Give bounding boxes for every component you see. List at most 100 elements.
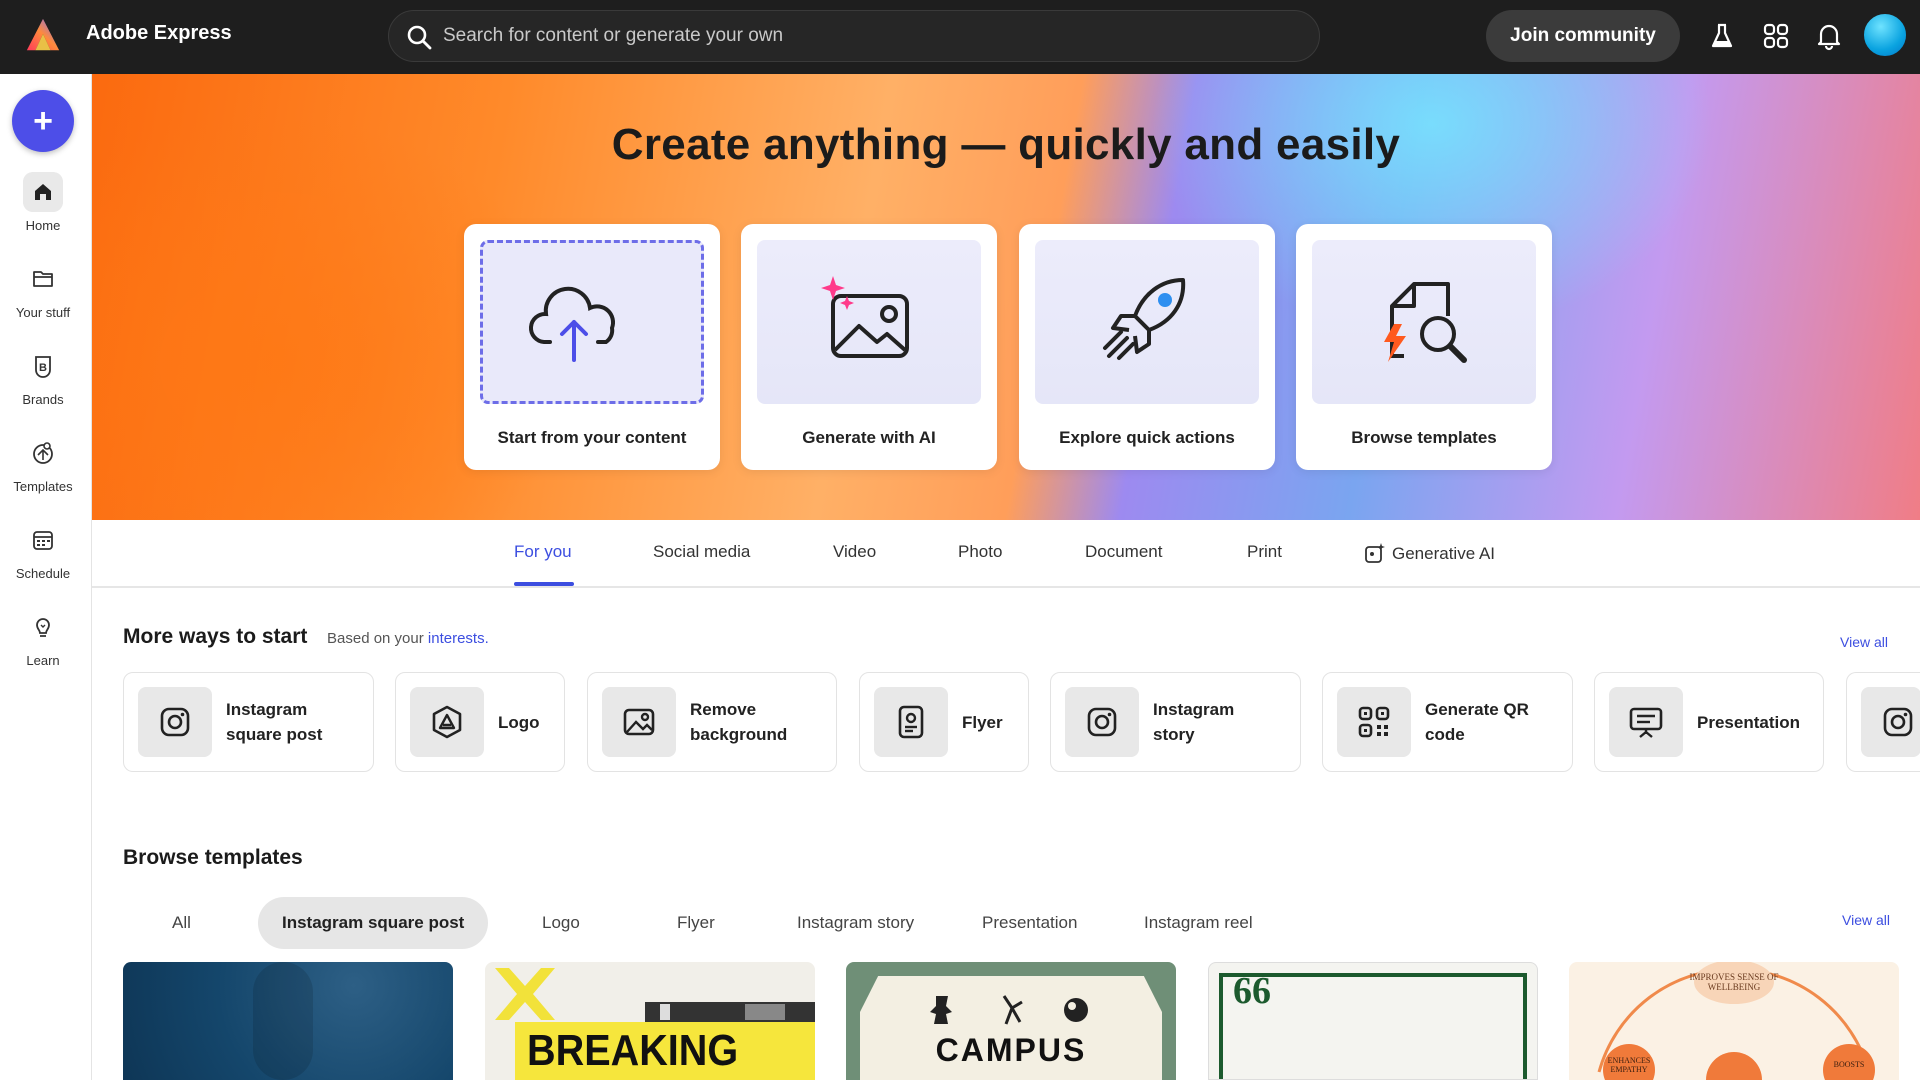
rail-item-your-stuff[interactable]: Your stuff xyxy=(0,259,86,320)
generative-ai-icon xyxy=(1365,543,1385,563)
search-input[interactable] xyxy=(443,21,1283,51)
art-icons xyxy=(930,995,1088,1025)
instagram-icon xyxy=(1087,707,1117,737)
apps-grid-icon[interactable] xyxy=(1760,20,1792,52)
template-thumbnail-4[interactable]: 66 xyxy=(1208,962,1538,1080)
tab-video[interactable]: Video xyxy=(833,542,876,562)
qa-icon-tile xyxy=(138,687,212,757)
qa-icon-tile xyxy=(1337,687,1411,757)
rail-label: Brands xyxy=(22,392,64,407)
qa-icon-tile xyxy=(602,687,676,757)
card-thumbnail xyxy=(1035,240,1259,404)
rail-item-schedule[interactable]: Schedule xyxy=(0,520,86,581)
quick-action-instagram-square-post[interactable]: Instagram square post xyxy=(123,672,374,772)
plus-icon: + xyxy=(33,102,53,140)
search-icon xyxy=(407,25,432,50)
template-thumbnail-2[interactable]: BREAKING NEWS xyxy=(485,962,815,1080)
tree-silhouette xyxy=(253,962,313,1080)
interests-link[interactable]: interests. xyxy=(428,630,489,647)
quick-action-presentation[interactable]: Presentation xyxy=(1594,672,1824,772)
chip-flyer[interactable]: Flyer xyxy=(653,897,739,949)
instagram-icon xyxy=(1883,707,1913,737)
explore-quick-actions-card[interactable]: Explore quick actions xyxy=(1019,224,1275,470)
chip-presentation[interactable]: Presentation xyxy=(958,897,1101,949)
flask-icon[interactable] xyxy=(1706,20,1738,52)
template-headline: BREAKING NEWS xyxy=(527,1026,739,1080)
category-tabs: For you Social media Video Photo Documen… xyxy=(92,520,1920,588)
bell-icon[interactable] xyxy=(1813,20,1845,52)
more-ways-view-all-link[interactable]: View all xyxy=(1840,634,1888,650)
app-title: Adobe Express xyxy=(86,22,232,44)
quote-mark: 66 xyxy=(1233,970,1271,1012)
templates-icon xyxy=(33,442,53,464)
remove-background-icon xyxy=(623,708,655,736)
svg-text:B: B xyxy=(39,362,47,374)
qa-label: Instagram square post xyxy=(226,700,323,744)
more-ways-subtitle: Based on your interests. xyxy=(327,630,489,647)
more-ways-title: More ways to start xyxy=(123,625,308,648)
start-from-content-card[interactable]: Start from your content xyxy=(464,224,720,470)
tab-social-media[interactable]: Social media xyxy=(653,542,750,562)
rail-item-learn[interactable]: Learn xyxy=(0,607,86,668)
quick-action-generate-qr-code[interactable]: Generate QR code xyxy=(1322,672,1573,772)
tab-document[interactable]: Document xyxy=(1085,542,1162,562)
rail-label: Schedule xyxy=(15,566,71,581)
calendar-icon xyxy=(33,531,53,550)
qa-label: Generate QR code xyxy=(1425,700,1529,744)
chip-instagram-square-post[interactable]: Instagram square post xyxy=(258,897,489,949)
qa-icon-tile xyxy=(1609,687,1683,757)
rocket-icon xyxy=(1103,278,1186,360)
tab-generative-ai[interactable]: Generative AI xyxy=(1364,542,1495,564)
brand-icon: B xyxy=(35,356,51,378)
lightbulb-icon xyxy=(36,618,50,637)
instagram-icon xyxy=(160,707,190,737)
chip-instagram-reel[interactable]: Instagram reel xyxy=(1120,897,1277,949)
card-label: Browse templates xyxy=(1351,428,1497,447)
chip-logo[interactable]: Logo xyxy=(518,897,604,949)
chip-all[interactable]: All xyxy=(148,897,215,949)
browse-view-all-link[interactable]: View all xyxy=(1842,912,1890,928)
search-bar[interactable] xyxy=(388,10,1320,62)
card-label: Start from your content xyxy=(497,428,687,447)
tab-print[interactable]: Print xyxy=(1247,542,1282,562)
browse-templates-title: Browse templates xyxy=(123,846,303,869)
quick-action-flyer[interactable]: Flyer xyxy=(859,672,1029,772)
rail-label: Your stuff xyxy=(15,305,71,320)
rail-item-templates[interactable]: Templates xyxy=(0,433,86,494)
quick-action-logo[interactable]: Logo xyxy=(395,672,565,772)
rail-label: Learn xyxy=(26,653,60,668)
diagram-text-left: ENHANCES EMPATHY xyxy=(1607,1056,1651,1074)
top-bar: Adobe Express Join community xyxy=(0,0,1920,74)
generate-with-ai-card[interactable]: Generate with AI xyxy=(741,224,997,470)
template-thumbnail-5[interactable]: IMPROVES SENSE OF WELLBEING ENHANCES EMP… xyxy=(1569,962,1899,1080)
quick-action-remove-background[interactable]: Remove background xyxy=(587,672,837,772)
left-rail: + Home Your stuff B Brands Templates Sch… xyxy=(0,74,92,1080)
template-thumbnail-1[interactable] xyxy=(123,962,453,1080)
rail-label: Home xyxy=(25,218,61,233)
qa-icon-tile xyxy=(410,687,484,757)
qa-icon-tile xyxy=(874,687,948,757)
quick-action-instagram-story[interactable]: Instagram story xyxy=(1050,672,1301,772)
diagram-text-top: IMPROVES SENSE OF WELLBEING xyxy=(1689,972,1779,992)
rail-item-home[interactable]: Home xyxy=(0,172,86,233)
adobe-express-logo[interactable] xyxy=(24,16,62,54)
create-new-button[interactable]: + xyxy=(12,90,74,152)
folder-icon xyxy=(33,271,53,287)
hero-banner: Create anything — quickly and easily Sta… xyxy=(92,74,1920,520)
browse-templates-card[interactable]: Browse templates xyxy=(1296,224,1552,470)
tab-photo[interactable]: Photo xyxy=(958,542,1002,562)
card-label: Generate with AI xyxy=(802,428,936,447)
rail-item-brands[interactable]: B Brands xyxy=(0,346,86,407)
quick-action-partial[interactable] xyxy=(1846,672,1920,772)
tab-for-you[interactable]: For you xyxy=(514,542,572,562)
template-thumbnail-3[interactable]: CAMPUS xyxy=(846,962,1176,1080)
diagram-text-right: BOOSTS xyxy=(1833,1060,1865,1069)
subtitle-text: Based on your xyxy=(327,630,424,647)
avatar[interactable] xyxy=(1862,12,1908,58)
flyer-icon xyxy=(898,705,924,739)
image-sparkle-icon xyxy=(821,276,909,358)
qr-code-icon xyxy=(1358,706,1390,738)
join-community-button[interactable]: Join community xyxy=(1486,10,1680,62)
template-headline: CAMPUS xyxy=(935,1032,1087,1068)
chip-instagram-story[interactable]: Instagram story xyxy=(773,897,938,949)
